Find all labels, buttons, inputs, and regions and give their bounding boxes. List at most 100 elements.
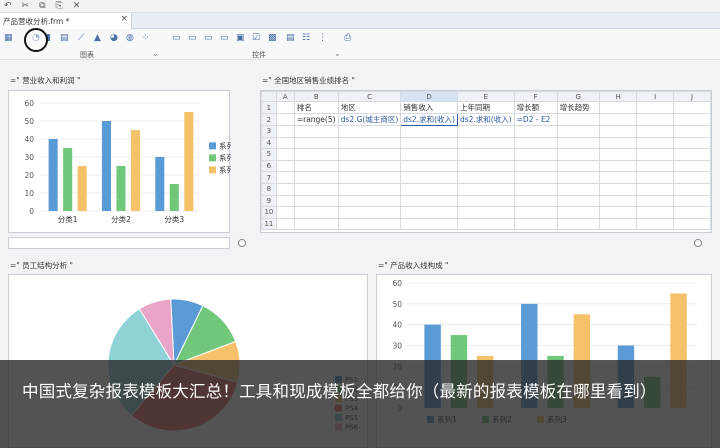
delete-icon[interactable]: ✕ <box>73 0 81 13</box>
ribbon-toolbar: ▦ ◔ ▮ ▤ ⟋ ▲ ◕ ◍ ⁘ 图表 ⌄ ▭ ▭ ▭ ▭ ▣ ☑ ▩ ▤ ☷… <box>0 29 720 60</box>
copy-icon[interactable]: ⧉ <box>39 0 45 13</box>
column-header[interactable]: F <box>513 91 558 102</box>
cut-icon[interactable]: ✂ <box>22 0 30 13</box>
y-tick-label: 10 <box>24 189 34 198</box>
caption-overlay: 中国式复杂报表模板大汇总！工具和现成模板全都给你（最新的报表模板在哪里看到） <box>0 360 720 448</box>
quick-access-toolbar: ↶ ✂ ⧉ ⎘ ✕ <box>0 0 720 13</box>
table-row: 3 <box>261 125 711 138</box>
table-row: 1 排名 地区 销售收入 上年同期 增长额 增长趋势 <box>261 101 711 114</box>
cell[interactable]: 地区 <box>337 101 402 114</box>
column-header[interactable]: G <box>556 91 600 102</box>
row-number[interactable]: 10 <box>261 206 277 219</box>
checkbox-control-icon[interactable]: ☑ <box>252 33 260 43</box>
row-number[interactable]: 11 <box>261 217 277 231</box>
cell[interactable]: =D2 - E2 <box>513 113 558 126</box>
report-icon[interactable]: ⎙ <box>344 33 351 43</box>
column-header[interactable]: H <box>598 91 638 102</box>
y-tick-label: 30 <box>392 342 402 351</box>
panel-title: =" 产品收入线构成 " <box>378 261 449 270</box>
bar-chart-panel[interactable]: 0 10 20 30 40 50 60 分类1 分类2 分类3 系列1 系列2 系列3 <box>8 90 239 233</box>
slider-control-icon[interactable]: ⋮ <box>318 33 327 43</box>
area-chart-icon[interactable]: ▲ <box>94 33 101 43</box>
line-chart-icon[interactable]: ⟋ <box>78 33 84 43</box>
cell[interactable]: 增长趋势 <box>556 101 600 114</box>
image-control-icon[interactable]: ▩ <box>268 33 277 43</box>
row-number[interactable]: 7 <box>261 171 277 184</box>
y-tick-label: 0 <box>29 207 34 216</box>
caption-text: 中国式复杂报表模板大汇总！工具和现成模板全都给你（最新的报表模板在哪里看到） <box>22 382 657 401</box>
cell[interactable]: =range(5) <box>293 113 339 126</box>
x-tick-label: 分类1 <box>58 214 78 224</box>
row-number[interactable]: 4 <box>261 136 277 150</box>
report-grid[interactable]: A B C D E F G H I J 1 排名 地区 销售收入 上年同期 增长… <box>261 91 711 231</box>
chevron-down-icon[interactable]: ⌄ <box>152 49 159 58</box>
table-row: 6 <box>261 159 711 173</box>
y-tick-label: 60 <box>24 99 34 108</box>
legend-swatch <box>209 142 216 150</box>
row-number[interactable]: 2 <box>261 113 277 126</box>
column-header[interactable]: D <box>400 91 458 102</box>
column-header[interactable]: B <box>293 91 339 102</box>
textbox-icon[interactable]: ▭ <box>172 33 181 43</box>
bar <box>116 166 126 211</box>
combo-control-icon[interactable]: ▭ <box>220 33 229 43</box>
column-header-row: A B C D E F G H I J <box>261 91 711 102</box>
pie-chart-icon[interactable]: ◕ <box>110 33 118 43</box>
panel-title: =" 员工结构分析 " <box>10 261 73 270</box>
tree-control-icon[interactable]: ☷ <box>302 33 310 43</box>
column-header[interactable]: I <box>636 91 675 102</box>
bar <box>169 184 179 211</box>
corner-cell[interactable] <box>261 91 277 102</box>
tab-label: 产品营收分析.frm * <box>3 16 70 26</box>
bar <box>130 130 141 211</box>
x-tick-label: 分类2 <box>111 214 131 224</box>
row-number[interactable]: 6 <box>261 159 277 173</box>
spreadsheet-panel[interactable]: A B C D E F G H I J 1 排名 地区 销售收入 上年同期 增长… <box>260 90 712 233</box>
table-row: 5 <box>261 148 711 161</box>
text-input-control[interactable] <box>8 237 230 249</box>
radio-button[interactable] <box>694 239 702 247</box>
row-number[interactable]: 9 <box>261 194 277 208</box>
table-row: 9 <box>261 194 711 208</box>
scatter-chart-icon[interactable]: ⁘ <box>142 33 150 43</box>
document-tab-bar: 产品营收分析.frm * × <box>0 13 720 29</box>
close-tab-icon[interactable]: × <box>120 14 128 24</box>
legend-label: 系列1 <box>219 140 231 150</box>
paste-icon[interactable]: ⎘ <box>56 0 63 13</box>
row-number[interactable]: 3 <box>261 125 277 138</box>
column-header[interactable]: A <box>275 91 295 102</box>
column-header[interactable]: J <box>673 91 711 102</box>
cell[interactable]: 排名 <box>293 101 339 114</box>
cell[interactable]: ds2.求和(收入) <box>456 113 515 126</box>
column-header[interactable]: E <box>456 91 515 102</box>
radio-button[interactable] <box>238 239 246 247</box>
date-control-icon[interactable]: ▣ <box>236 33 245 43</box>
cell[interactable]: ds2.G(城主商区) <box>337 113 402 126</box>
table-row: 11 <box>261 217 711 231</box>
cell[interactable]: 销售收入 <box>400 101 458 114</box>
undo-icon[interactable]: ↶ <box>4 0 12 13</box>
column-header[interactable]: C <box>337 91 402 102</box>
y-tick-label: 60 <box>392 279 402 288</box>
bar <box>48 139 58 211</box>
cell[interactable]: 上年同期 <box>456 101 515 114</box>
y-tick-label: 50 <box>392 300 402 309</box>
row-number[interactable]: 1 <box>261 101 277 114</box>
list-control-icon[interactable]: ▤ <box>286 33 295 43</box>
selection-circle-annotation <box>24 28 48 52</box>
row-number[interactable]: 5 <box>261 148 277 161</box>
chevron-down-icon[interactable]: ⌄ <box>334 49 341 58</box>
cell[interactable] <box>556 113 600 126</box>
map-chart-icon[interactable]: ◍ <box>126 33 134 43</box>
table-row: 2 =range(5) ds2.G(城主商区) ds2.求和(收入) ds2.求… <box>261 113 711 126</box>
column-chart-icon[interactable]: ▤ <box>60 33 69 43</box>
x-tick-label: 分类3 <box>164 214 184 224</box>
bar <box>101 121 111 211</box>
dropdown-control-icon[interactable]: ▭ <box>204 33 213 43</box>
table-icon[interactable]: ▦ <box>4 33 13 43</box>
button-control-icon[interactable]: ▭ <box>188 33 197 43</box>
row-number[interactable]: 8 <box>261 182 277 196</box>
selected-cell[interactable]: ds2.求和(收入) <box>400 113 458 126</box>
cell[interactable]: 增长额 <box>513 101 558 114</box>
tab-document[interactable]: 产品营收分析.frm * × <box>0 13 132 29</box>
